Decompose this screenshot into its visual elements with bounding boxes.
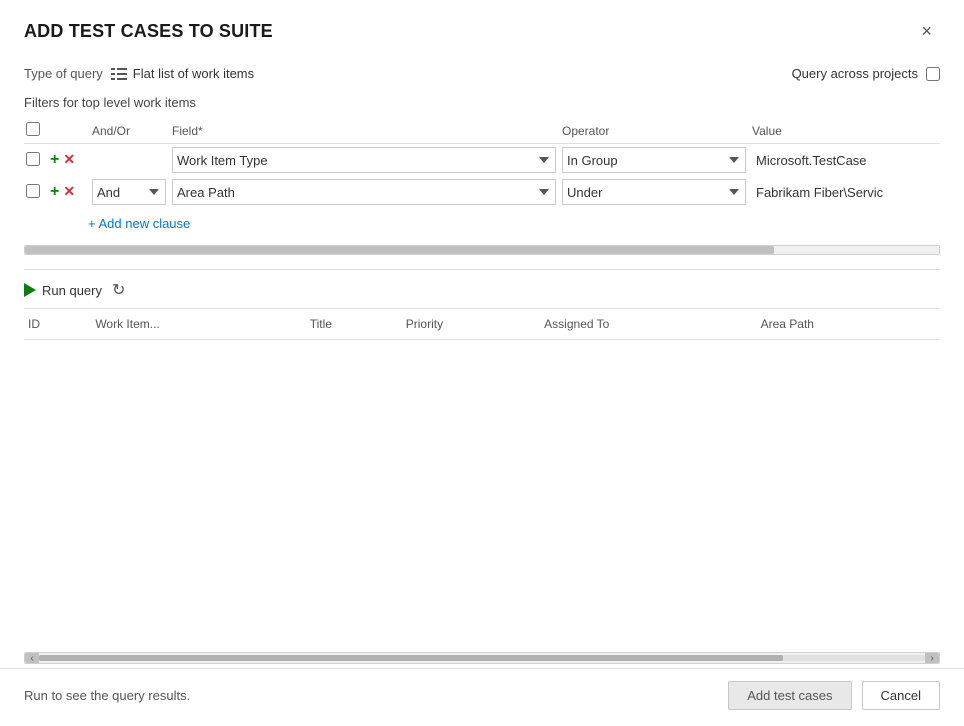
dialog-header: ADD TEST CASES TO SUITE × xyxy=(0,0,964,54)
flat-list-selector[interactable]: Flat list of work items xyxy=(111,66,254,81)
th-andor: And/Or xyxy=(90,118,170,144)
top-scrollbar[interactable] xyxy=(24,245,940,255)
query-type-left: Type of query Flat list of work items xyxy=(24,66,254,81)
add-row-button[interactable]: + xyxy=(48,184,61,200)
bottom-scrollbar-track xyxy=(39,655,925,661)
filter-row: +✕ AndOrArea PathUnder Fabrikam Fiber\Serv… xyxy=(24,176,940,208)
footer-buttons: Add test cases Cancel xyxy=(728,681,940,710)
andor-select[interactable]: AndOr xyxy=(92,179,166,205)
run-query-button[interactable]: Run query xyxy=(24,283,102,298)
operator-select[interactable]: In Group xyxy=(562,147,746,173)
query-across-checkbox[interactable] xyxy=(926,67,940,81)
dialog-footer: Run to see the query results. Add test c… xyxy=(0,668,964,726)
cancel-button[interactable]: Cancel xyxy=(862,681,940,710)
results-table: IDWork Item...TitlePriorityAssigned ToAr… xyxy=(24,309,940,340)
bottom-scrollbar[interactable]: ‹ › xyxy=(24,652,940,664)
results-column-header: ID xyxy=(24,309,91,340)
th-actions xyxy=(46,118,90,144)
flat-list-label: Flat list of work items xyxy=(133,66,254,81)
top-scrollbar-thumb xyxy=(25,246,774,254)
run-query-label: Run query xyxy=(42,283,102,298)
th-field: Field* xyxy=(170,118,560,144)
row-checkbox[interactable] xyxy=(26,152,40,166)
delete-row-button[interactable]: ✕ xyxy=(61,152,77,166)
add-clause-label: + Add new clause xyxy=(88,216,190,231)
filter-table: And/Or Field* Operator Value +✕Work Item… xyxy=(24,118,940,208)
dialog: ADD TEST CASES TO SUITE × Type of query … xyxy=(0,0,964,726)
results-column-header: Work Item... xyxy=(91,309,305,340)
play-icon xyxy=(24,283,36,297)
row-checkbox[interactable] xyxy=(26,184,40,198)
operator-select[interactable]: Under xyxy=(562,179,746,205)
field-select[interactable]: Area Path xyxy=(172,179,556,205)
bottom-scrollbar-thumb xyxy=(39,655,783,661)
query-type-row: Type of query Flat list of work items Qu… xyxy=(24,54,940,89)
run-query-row: Run query ↻ xyxy=(24,270,940,308)
th-checkbox xyxy=(24,118,46,144)
bottom-scrollbar-right-arrow[interactable]: › xyxy=(925,653,939,663)
filter-row: +✕ Work Item TypeIn Group Microsoft.TestCa… xyxy=(24,144,940,177)
footer-status: Run to see the query results. xyxy=(24,688,190,703)
add-row-button[interactable]: + xyxy=(48,152,61,168)
header-checkbox[interactable] xyxy=(26,122,40,136)
results-area: IDWork Item...TitlePriorityAssigned ToAr… xyxy=(24,309,940,648)
refresh-button[interactable]: ↻ xyxy=(112,280,125,300)
results-column-header: Assigned To xyxy=(540,309,756,340)
query-across-label: Query across projects xyxy=(792,66,918,81)
field-select[interactable]: Work Item Type xyxy=(172,147,556,173)
results-column-header: Title xyxy=(306,309,402,340)
value-cell: Microsoft.TestCase xyxy=(752,153,867,168)
query-across-right: Query across projects xyxy=(792,66,940,81)
results-column-header: Priority xyxy=(402,309,540,340)
filters-label: Filters for top level work items xyxy=(24,89,940,118)
dialog-body: Type of query Flat list of work items Qu… xyxy=(0,54,964,668)
list-icon xyxy=(111,67,127,81)
close-button[interactable]: × xyxy=(913,18,940,44)
bottom-scrollbar-left-arrow[interactable]: ‹ xyxy=(25,653,39,663)
dialog-title: ADD TEST CASES TO SUITE xyxy=(24,21,273,42)
th-value: Value xyxy=(750,118,940,144)
add-clause-row[interactable]: + Add new clause xyxy=(24,208,940,235)
query-type-label: Type of query xyxy=(24,66,103,81)
results-column-header: Area Path xyxy=(757,309,940,340)
add-test-cases-button[interactable]: Add test cases xyxy=(728,681,851,710)
delete-row-button[interactable]: ✕ xyxy=(61,184,77,198)
value-cell: Fabrikam Fiber\Servic xyxy=(752,185,883,200)
th-operator: Operator xyxy=(560,118,750,144)
